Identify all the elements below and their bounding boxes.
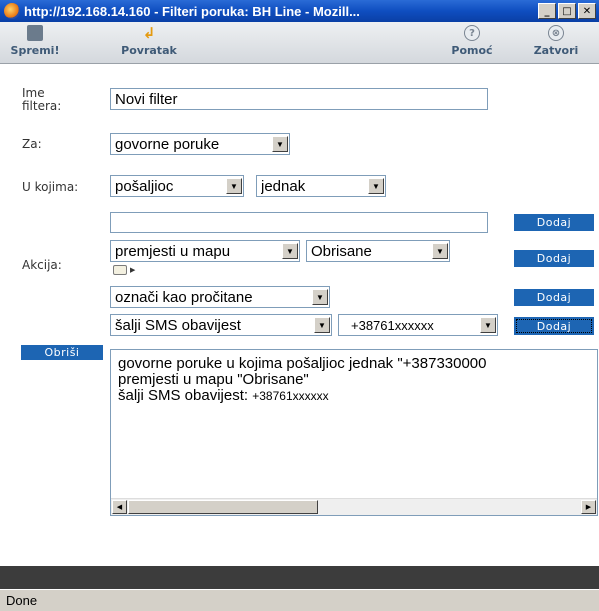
close-window-button[interactable]: ✕ <box>578 3 596 19</box>
close-label: Zatvori <box>533 44 579 57</box>
chevron-down-icon: ▼ <box>368 178 384 194</box>
window-titlebar: http://192.168.14.160 - Filteri poruka: … <box>0 0 599 22</box>
save-icon <box>27 25 43 41</box>
back-button[interactable]: ↲ Povratak <box>116 24 182 57</box>
scroll-left-icon[interactable]: ◀ <box>112 500 127 514</box>
action-select-1[interactable]: premjesti u mapu ▼ <box>110 240 300 262</box>
chevron-down-icon: ▼ <box>314 317 330 333</box>
action-2-value: označi kao pročitane <box>115 288 253 306</box>
sms-number-value: +38761xxxxxx <box>351 317 434 333</box>
horizontal-scrollbar[interactable]: ◀ ▶ <box>111 498 597 515</box>
minimize-button[interactable]: _ <box>538 3 556 19</box>
filter-name-input[interactable]: Novi filter <box>110 88 488 110</box>
action-3-value: šalji SMS obavijest <box>115 316 241 334</box>
action-select-2[interactable]: označi kao pročitane ▼ <box>110 286 330 308</box>
where-operator-value: jednak <box>261 177 306 195</box>
chevron-down-icon: ▼ <box>432 243 448 259</box>
bottom-bar <box>0 566 599 589</box>
action-label: Akcija: <box>22 258 62 272</box>
folder-shape <box>113 265 127 275</box>
chevron-down-icon: ▼ <box>312 289 328 305</box>
save-button[interactable]: Spremi! <box>4 25 66 57</box>
add-condition-button[interactable]: Dodaj <box>514 214 594 231</box>
summary-line-3-text: šalji SMS obavijest: <box>118 387 249 404</box>
chevron-down-icon: ▼ <box>272 136 288 152</box>
window-title: http://192.168.14.160 - Filteri poruka: … <box>24 3 360 19</box>
where-field-select[interactable]: pošaljioc ▼ <box>110 175 244 197</box>
chevron-right-icon: ▶ <box>130 266 136 274</box>
summary-text: govorne poruke u kojima pošaljioc jednak… <box>118 356 487 404</box>
close-icon: ⊗ <box>548 25 564 41</box>
folder-select[interactable]: Obrisane ▼ <box>306 240 450 262</box>
delete-button[interactable]: Obriši <box>21 345 103 360</box>
action-1-value: premjesti u mapu <box>115 242 231 260</box>
maximize-button[interactable]: □ <box>558 3 576 19</box>
for-select-value: govorne poruke <box>115 135 220 153</box>
status-bar: Done <box>0 589 599 611</box>
back-label: Povratak <box>121 44 177 57</box>
toolbar: Spremi! ↲ Povratak ? Pomoć ⊗ Zatvori <box>0 22 599 64</box>
summary-line-1: govorne poruke u kojima pošaljioc jednak… <box>118 355 487 372</box>
sms-number-select[interactable]: +38761xxxxxx ▼ <box>338 314 498 336</box>
folder-select-value: Obrisane <box>311 242 372 260</box>
where-value-input[interactable] <box>110 212 488 233</box>
for-label: Za: <box>22 137 42 151</box>
help-icon: ? <box>464 25 480 41</box>
chevron-down-icon: ▼ <box>480 317 496 333</box>
window-controls: _ □ ✕ <box>538 3 599 19</box>
filter-name-label-line2: filtera: <box>22 99 62 113</box>
scroll-right-icon[interactable]: ▶ <box>581 500 596 514</box>
add-action-button-1[interactable]: Dodaj <box>514 250 594 267</box>
filter-summary-textarea[interactable]: govorne poruke u kojima pošaljioc jednak… <box>110 349 598 516</box>
where-operator-select[interactable]: jednak ▼ <box>256 175 386 197</box>
action-select-3[interactable]: šalji SMS obavijest ▼ <box>110 314 332 336</box>
folder-icon[interactable]: ▶ <box>113 264 139 276</box>
back-arrow-icon: ↲ <box>142 24 156 42</box>
summary-line-2: premjesti u mapu "Obrisane" <box>118 371 309 388</box>
save-label: Spremi! <box>10 44 60 57</box>
add-action-button-2[interactable]: Dodaj <box>514 289 594 306</box>
help-label: Pomoć <box>451 44 493 57</box>
where-label: U kojima: <box>22 180 79 194</box>
status-text: Done <box>6 593 38 608</box>
help-button[interactable]: ? Pomoć <box>444 25 500 57</box>
summary-line-3-number: +38761xxxxxx <box>252 389 329 403</box>
chevron-down-icon: ▼ <box>226 178 242 194</box>
add-action-button-3[interactable]: Dodaj <box>514 317 594 335</box>
where-field-value: pošaljioc <box>115 177 174 195</box>
filter-name-label-line1: Ime <box>22 86 45 100</box>
for-select[interactable]: govorne poruke ▼ <box>110 133 290 155</box>
firefox-icon <box>4 3 20 19</box>
scroll-thumb[interactable] <box>128 500 318 514</box>
close-button[interactable]: ⊗ Zatvori <box>526 25 586 57</box>
chevron-down-icon: ▼ <box>282 243 298 259</box>
